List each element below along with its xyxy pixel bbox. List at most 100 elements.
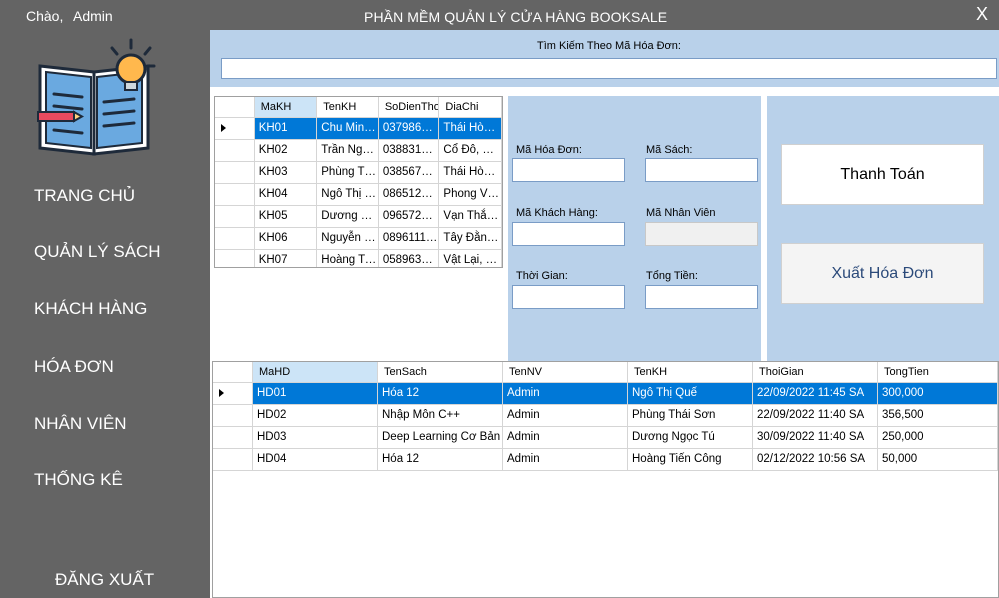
table-row[interactable]: KH06Nguyễn Văn Nam0896111234Tây Đằng, Ba…: [215, 228, 502, 250]
table-cell[interactable]: Nguyễn Văn Nam: [317, 228, 379, 249]
table-cell[interactable]: 30/09/2022 11:40 SA: [753, 427, 878, 448]
table-cell[interactable]: Phùng Thái Sơn: [628, 405, 753, 426]
column-header[interactable]: SoDienThoai: [379, 97, 440, 117]
table-cell[interactable]: HD02: [253, 405, 378, 426]
row-header[interactable]: [215, 250, 255, 267]
table-cell[interactable]: Trần Ngọc Hân: [317, 140, 379, 161]
table-cell[interactable]: 300,000: [878, 383, 998, 404]
tong-tien-input[interactable]: [645, 285, 758, 309]
row-header[interactable]: [213, 427, 253, 448]
table-row[interactable]: KH04Ngô Thị Quế0865123987Phong Vân, Ba V…: [215, 184, 502, 206]
row-header[interactable]: [213, 383, 253, 404]
table-cell[interactable]: Deep Learning Cơ Bản: [378, 427, 503, 448]
column-header[interactable]: ThoiGian: [753, 362, 878, 382]
table-cell[interactable]: Dương Ngọc Tú: [628, 427, 753, 448]
table-cell[interactable]: KH06: [255, 228, 318, 249]
table-cell[interactable]: Nhập Môn C++: [378, 405, 503, 426]
table-cell[interactable]: Chu Minh Hùng: [317, 118, 379, 139]
table-cell[interactable]: KH04: [255, 184, 318, 205]
table-cell[interactable]: Hóa 12: [378, 383, 503, 404]
table-cell[interactable]: Ngô Thị Quế: [628, 383, 753, 404]
table-cell[interactable]: Admin: [503, 383, 628, 404]
table-cell[interactable]: 356,500: [878, 405, 998, 426]
table-cell[interactable]: 22/09/2022 11:40 SA: [753, 405, 878, 426]
row-header[interactable]: [215, 228, 255, 249]
table-cell[interactable]: HD04: [253, 449, 378, 470]
table-row[interactable]: KH01Chu Minh Hùng0379862714Thái Hòa, Ngh…: [215, 118, 502, 140]
table-cell[interactable]: Dương Ngọc Tú: [317, 206, 379, 227]
nav-thong-ke[interactable]: THỐNG KÊ: [34, 470, 123, 490]
customer-grid[interactable]: MaKH TenKH SoDienThoai DiaChi KH01Chu Mi…: [214, 96, 503, 268]
table-cell[interactable]: Hoàng Tiến Công: [317, 250, 379, 267]
table-cell[interactable]: Admin: [503, 427, 628, 448]
table-cell[interactable]: KH05: [255, 206, 318, 227]
table-cell[interactable]: Admin: [503, 449, 628, 470]
ma-hoa-don-input[interactable]: [512, 158, 625, 182]
column-header[interactable]: TenSach: [378, 362, 503, 382]
table-cell[interactable]: Hóa 12: [378, 449, 503, 470]
table-row[interactable]: KH03Phùng Thái Sơn0385677102Thái Hòa, Ba…: [215, 162, 502, 184]
nav-quan-ly-sach[interactable]: QUẢN LÝ SÁCH: [34, 242, 161, 262]
table-row[interactable]: HD04 Hóa 12 Admin Hoàng Tiến Công 02/12/2022…: [213, 449, 998, 471]
thanh-toan-button[interactable]: Thanh Toán: [781, 144, 984, 205]
row-header[interactable]: [213, 405, 253, 426]
nav-hoa-don[interactable]: HÓA ĐƠN: [34, 357, 114, 377]
table-row[interactable]: KH05Dương Ngọc Tú0965722341Vạn Thắng, Ba…: [215, 206, 502, 228]
table-cell[interactable]: Admin: [503, 405, 628, 426]
table-cell[interactable]: 0865123987: [379, 184, 440, 205]
table-cell[interactable]: Hoàng Tiến Công: [628, 449, 753, 470]
nav-nhan-vien[interactable]: NHÂN VIÊN: [34, 414, 127, 434]
row-header[interactable]: [213, 449, 253, 470]
table-cell[interactable]: 0385677102: [379, 162, 440, 183]
nav-trang-chu[interactable]: TRANG CHỦ: [34, 186, 135, 206]
table-cell[interactable]: Phùng Thái Sơn: [317, 162, 379, 183]
xuat-hoa-don-button[interactable]: Xuất Hóa Đơn: [781, 243, 984, 304]
table-cell[interactable]: HD01: [253, 383, 378, 404]
table-cell[interactable]: 0589632145: [379, 250, 440, 267]
ma-khach-hang-input[interactable]: [512, 222, 625, 246]
table-row[interactable]: KH07Hoàng Tiến Công0589632145Vật Lại, Ba…: [215, 250, 502, 267]
column-header[interactable]: TenKH: [628, 362, 753, 382]
column-header[interactable]: TenKH: [317, 97, 379, 117]
table-row[interactable]: KH02Trần Ngọc Hân0388315426Cổ Đô, Ba Vì: [215, 140, 502, 162]
thoi-gian-input[interactable]: [512, 285, 625, 309]
row-header[interactable]: [215, 206, 255, 227]
row-header[interactable]: [215, 184, 255, 205]
table-cell[interactable]: KH03: [255, 162, 318, 183]
table-cell[interactable]: 250,000: [878, 427, 998, 448]
table-row[interactable]: HD03 Deep Learning Cơ Bản Admin Dương Ngọc …: [213, 427, 998, 449]
row-header[interactable]: [215, 118, 255, 139]
row-header[interactable]: [215, 162, 255, 183]
table-row[interactable]: HD01 Hóa 12 Admin Ngô Thị Quế 22/09/2022 11:…: [213, 383, 998, 405]
table-cell[interactable]: Ngô Thị Quế: [317, 184, 379, 205]
table-row[interactable]: HD02 Nhập Môn C++ Admin Phùng Thái Sơn 22/09…: [213, 405, 998, 427]
search-input[interactable]: [221, 58, 997, 79]
nav-khach-hang[interactable]: KHÁCH HÀNG: [34, 299, 147, 319]
table-cell[interactable]: Vạn Thắng, Ba Vì: [439, 206, 502, 227]
table-cell[interactable]: 0379862714: [378, 118, 440, 139]
table-cell[interactable]: HD03: [253, 427, 378, 448]
table-cell[interactable]: Tây Đằng, Ba Vì: [439, 228, 502, 249]
table-cell[interactable]: Phong Vân, Ba Vì: [439, 184, 502, 205]
table-cell[interactable]: Thái Hòa, Nghệ An: [439, 118, 502, 139]
column-header[interactable]: MaKH: [254, 97, 318, 117]
column-header[interactable]: DiaChi: [439, 97, 502, 117]
ma-sach-input[interactable]: [645, 158, 758, 182]
table-cell[interactable]: 0965722341: [379, 206, 440, 227]
table-cell[interactable]: Cổ Đô, Ba Vì: [439, 140, 502, 161]
column-header[interactable]: TongTien: [878, 362, 998, 382]
table-cell[interactable]: 0388315426: [379, 140, 440, 161]
table-cell[interactable]: 22/09/2022 11:45 SA: [753, 383, 878, 404]
close-button[interactable]: X: [976, 4, 988, 25]
table-cell[interactable]: KH07: [255, 250, 318, 267]
table-cell[interactable]: KH01: [254, 118, 318, 139]
table-cell[interactable]: 50,000: [878, 449, 998, 470]
column-header[interactable]: MaHD: [253, 362, 378, 382]
row-header[interactable]: [215, 140, 255, 161]
table-cell[interactable]: KH02: [255, 140, 318, 161]
table-cell[interactable]: 0896111234: [379, 228, 440, 249]
invoice-grid[interactable]: MaHD TenSach TenNV TenKH ThoiGian TongTi…: [212, 361, 999, 598]
column-header[interactable]: TenNV: [503, 362, 628, 382]
nav-dang-xuat[interactable]: ĐĂNG XUẤT: [55, 570, 154, 590]
table-cell[interactable]: Vật Lại, Ba Vì: [439, 250, 502, 267]
